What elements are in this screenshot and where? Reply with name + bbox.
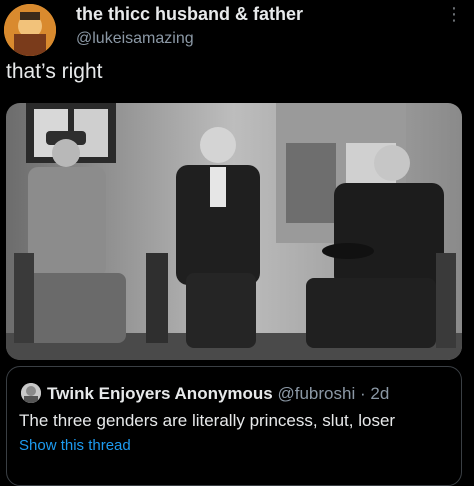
quoted-header: Twink Enjoyers Anonymous @fubroshi · 2d	[47, 384, 389, 404]
tweet-photo[interactable]	[6, 103, 462, 360]
display-name[interactable]: the thicc husband & father	[76, 4, 303, 25]
show-thread-link[interactable]: Show this thread	[19, 437, 131, 454]
quoted-avatar	[21, 383, 41, 403]
avatar-image	[4, 4, 56, 56]
tweet-text: that’s right	[6, 60, 103, 83]
quoted-handle[interactable]: @fubroshi	[278, 384, 356, 403]
more-icon[interactable]: ⋮	[445, 4, 464, 25]
quoted-display-name[interactable]: Twink Enjoyers Anonymous	[47, 384, 273, 403]
quoted-tweet[interactable]: Twink Enjoyers Anonymous @fubroshi · 2d …	[6, 366, 462, 486]
quoted-text: The three genders are literally princess…	[19, 411, 396, 430]
quoted-timestamp[interactable]: 2d	[370, 384, 389, 403]
separator-dot: ·	[359, 384, 366, 403]
photo-image	[6, 103, 462, 360]
quoted-avatar-image	[21, 383, 41, 403]
profile-avatar[interactable]	[4, 4, 56, 56]
user-handle[interactable]: @lukeisamazing	[76, 30, 194, 48]
